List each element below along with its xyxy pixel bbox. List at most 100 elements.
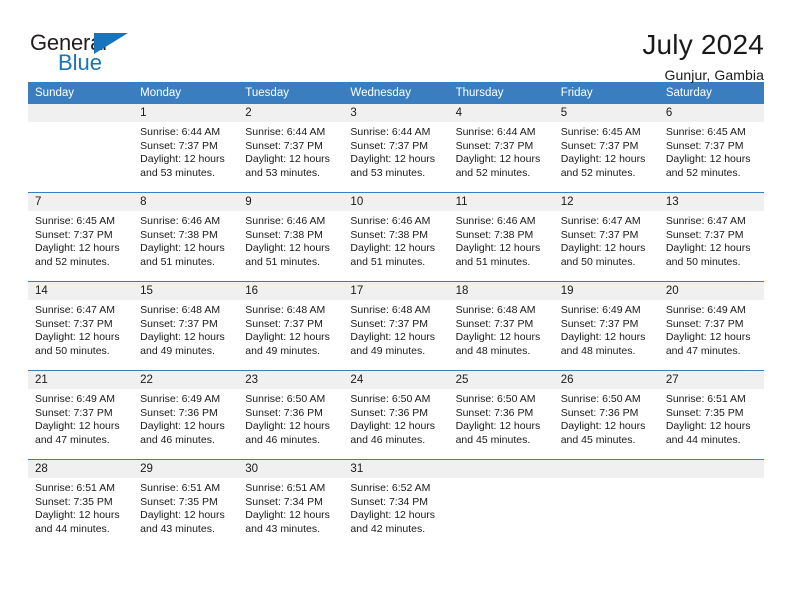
calendar-day-cell[interactable]: 15 Sunrise: 6:48 AM Sunset: 7:37 PM Dayligh… (133, 281, 239, 371)
calendar-day-cell[interactable]: 27 Sunrise: 6:51 AM Sunset: 7:35 PM Dayligh… (658, 370, 764, 460)
cell-inner: 15 Sunrise: 6:48 AM Sunset: 7:37 PM Dayligh… (133, 282, 239, 370)
calendar-day-cell[interactable]: 31 Sunrise: 6:52 AM Sunset: 7:34 PM Dayligh… (343, 459, 449, 548)
day-number: 21 (28, 371, 134, 389)
calendar-day-cell[interactable]: 12 Sunrise: 6:47 AM Sunset: 7:37 PM Dayligh… (553, 192, 659, 282)
cell-inner: 26 Sunrise: 6:50 AM Sunset: 7:36 PM Dayligh… (553, 371, 659, 459)
calendar-day-cell[interactable]: 21 Sunrise: 6:49 AM Sunset: 7:37 PM Dayligh… (28, 370, 134, 460)
daylight-text-line2: and 52 minutes. (455, 166, 531, 179)
sunset-text: Sunset: 7:37 PM (245, 317, 323, 330)
cell-inner: 4 Sunrise: 6:44 AM Sunset: 7:37 PM Daylight… (448, 104, 554, 192)
calendar-day-cell[interactable]: 14 Sunrise: 6:47 AM Sunset: 7:37 PM Dayligh… (28, 281, 134, 371)
calendar-day-cell[interactable]: 19 Sunrise: 6:49 AM Sunset: 7:37 PM Dayligh… (553, 281, 659, 371)
daylight-text-line2: and 42 minutes. (350, 522, 426, 535)
sunset-text: Sunset: 7:38 PM (350, 228, 429, 241)
calendar-day-cell[interactable]: 18 Sunrise: 6:48 AM Sunset: 7:37 PM Dayligh… (448, 281, 554, 371)
sunset-text: Sunset: 7:37 PM (350, 317, 429, 330)
daylight-text-line2: and 44 minutes. (35, 522, 110, 535)
day-info: Sunrise: 6:44 AM Sunset: 7:37 PM Daylight:… (238, 122, 343, 180)
calendar-day-cell[interactable]: 29 Sunrise: 6:51 AM Sunset: 7:35 PM Dayligh… (133, 459, 239, 548)
page-subtitle: Gunjur, Gambia (664, 67, 764, 84)
calendar-day-cell[interactable]: 4 Sunrise: 6:44 AM Sunset: 7:37 PM Daylight… (448, 104, 554, 193)
cell-inner: 16 Sunrise: 6:48 AM Sunset: 7:37 PM Dayligh… (238, 282, 344, 370)
calendar-day-cell[interactable]: 16 Sunrise: 6:48 AM Sunset: 7:37 PM Dayligh… (238, 281, 344, 371)
day-number: 17 (343, 282, 449, 300)
calendar-day-cell[interactable]: 13 Sunrise: 6:47 AM Sunset: 7:37 PM Dayligh… (658, 192, 764, 282)
sunrise-text: Sunrise: 6:49 AM (140, 393, 221, 405)
cell-inner: 18 Sunrise: 6:48 AM Sunset: 7:37 PM Dayligh… (448, 282, 554, 370)
calendar-day-cell[interactable]: 6 Sunrise: 6:45 AM Sunset: 7:37 PM Daylight… (658, 104, 764, 193)
daylight-text-line1: Daylight: 12 hours (665, 242, 751, 254)
sunset-text: Sunset: 7:37 PM (665, 317, 744, 330)
sunrise-text: Sunrise: 6:48 AM (455, 304, 536, 316)
daylight-text-line2: and 47 minutes. (665, 344, 741, 357)
sunset-text: Sunset: 7:36 PM (560, 406, 639, 419)
calendar-day-cell[interactable]: 8 Sunrise: 6:46 AM Sunset: 7:38 PM Daylight… (133, 192, 239, 282)
daylight-text-line1: Daylight: 12 hours (245, 153, 330, 165)
sunset-text: Sunset: 7:38 PM (245, 228, 323, 241)
logo-text-blue: Blue (58, 50, 103, 75)
generalblue-logo[interactable]: General Blue (28, 30, 138, 76)
weekday-header-wednesday: Wednesday (343, 82, 449, 104)
cell-inner (658, 460, 764, 548)
day-number: 23 (238, 371, 344, 389)
daylight-text-line2: and 45 minutes. (455, 433, 531, 446)
day-number: 16 (238, 282, 344, 300)
daylight-text-line1: Daylight: 12 hours (245, 420, 330, 432)
daylight-text-line2: and 51 minutes. (455, 255, 531, 268)
calendar-day-cell[interactable]: 7 Sunrise: 6:45 AM Sunset: 7:37 PM Daylight… (28, 192, 134, 282)
daylight-text-line1: Daylight: 12 hours (560, 242, 646, 254)
calendar-day-cell[interactable]: 24 Sunrise: 6:50 AM Sunset: 7:36 PM Dayligh… (343, 370, 449, 460)
weekday-header-sunday: Sunday (28, 82, 134, 104)
day-info: Sunrise: 6:51 AM Sunset: 7:34 PM Daylight:… (238, 478, 343, 536)
calendar-day-cell[interactable]: 30 Sunrise: 6:51 AM Sunset: 7:34 PM Dayligh… (238, 459, 344, 548)
calendar-table: Sunday Monday Tuesday Wednesday Thursday Frid… (28, 82, 764, 548)
cell-inner (553, 460, 659, 548)
weekday-header-friday: Friday (553, 82, 659, 104)
day-number-placeholder (28, 104, 134, 122)
sunset-text: Sunset: 7:37 PM (560, 228, 639, 241)
daylight-text-line1: Daylight: 12 hours (350, 153, 436, 165)
cell-inner: 24 Sunrise: 6:50 AM Sunset: 7:36 PM Dayligh… (343, 371, 449, 459)
calendar-day-cell[interactable]: 3 Sunrise: 6:44 AM Sunset: 7:37 PM Daylight… (343, 104, 449, 193)
day-number: 18 (448, 282, 554, 300)
calendar-day-cell[interactable]: 26 Sunrise: 6:50 AM Sunset: 7:36 PM Dayligh… (553, 370, 659, 460)
cell-inner: 13 Sunrise: 6:47 AM Sunset: 7:37 PM Dayligh… (658, 193, 764, 281)
daylight-text-line2: and 44 minutes. (665, 433, 741, 446)
daylight-text-line2: and 46 minutes. (140, 433, 215, 446)
daylight-text-line2: and 43 minutes. (245, 522, 320, 535)
calendar-day-cell[interactable]: 17 Sunrise: 6:48 AM Sunset: 7:37 PM Dayligh… (343, 281, 449, 371)
calendar-day-cell[interactable]: 2 Sunrise: 6:44 AM Sunset: 7:37 PM Daylight… (238, 104, 344, 193)
calendar-day-cell[interactable]: 20 Sunrise: 6:49 AM Sunset: 7:37 PM Dayligh… (658, 281, 764, 371)
day-info: Sunrise: 6:48 AM Sunset: 7:37 PM Daylight:… (449, 300, 554, 358)
calendar-day-cell[interactable]: 28 Sunrise: 6:51 AM Sunset: 7:35 PM Dayligh… (28, 459, 134, 548)
calendar-day-cell[interactable]: 1 Sunrise: 6:44 AM Sunset: 7:37 PM Daylight… (133, 104, 239, 193)
daylight-text-line1: Daylight: 12 hours (560, 420, 646, 432)
calendar-day-cell[interactable]: 11 Sunrise: 6:46 AM Sunset: 7:38 PM Dayligh… (448, 192, 554, 282)
sunrise-text: Sunrise: 6:48 AM (140, 304, 221, 316)
day-info: Sunrise: 6:46 AM Sunset: 7:38 PM Daylight:… (133, 211, 238, 269)
daylight-text-line1: Daylight: 12 hours (665, 331, 751, 343)
day-number: 6 (658, 104, 764, 122)
sunset-text: Sunset: 7:38 PM (455, 228, 534, 241)
sunset-text: Sunset: 7:37 PM (35, 317, 113, 330)
day-info: Sunrise: 6:44 AM Sunset: 7:37 PM Daylight:… (343, 122, 448, 180)
calendar-day-cell[interactable]: 5 Sunrise: 6:45 AM Sunset: 7:37 PM Daylight… (553, 104, 659, 193)
day-number: 4 (448, 104, 554, 122)
calendar-day-cell[interactable]: 9 Sunrise: 6:46 AM Sunset: 7:38 PM Daylight… (238, 192, 344, 282)
sunrise-text: Sunrise: 6:50 AM (560, 393, 641, 405)
day-number: 24 (343, 371, 449, 389)
calendar-day-cell[interactable]: 25 Sunrise: 6:50 AM Sunset: 7:36 PM Dayligh… (448, 370, 554, 460)
day-info: Sunrise: 6:46 AM Sunset: 7:38 PM Daylight:… (449, 211, 554, 269)
daylight-text-line1: Daylight: 12 hours (350, 420, 436, 432)
day-info: Sunrise: 6:44 AM Sunset: 7:37 PM Daylight:… (133, 122, 238, 180)
cell-inner: 1 Sunrise: 6:44 AM Sunset: 7:37 PM Daylight… (133, 104, 239, 192)
cell-inner: 30 Sunrise: 6:51 AM Sunset: 7:34 PM Dayligh… (238, 460, 344, 548)
sunrise-text: Sunrise: 6:50 AM (350, 393, 431, 405)
calendar-week-row: 28 Sunrise: 6:51 AM Sunset: 7:35 PM Dayligh… (28, 459, 764, 548)
calendar-day-cell[interactable]: 22 Sunrise: 6:49 AM Sunset: 7:36 PM Dayligh… (133, 370, 239, 460)
calendar-header-row: Sunday Monday Tuesday Wednesday Thursday Frid… (28, 82, 764, 104)
cell-inner: 8 Sunrise: 6:46 AM Sunset: 7:38 PM Daylight… (133, 193, 239, 281)
daylight-text-line1: Daylight: 12 hours (350, 242, 436, 254)
calendar-day-cell[interactable]: 23 Sunrise: 6:50 AM Sunset: 7:36 PM Dayligh… (238, 370, 344, 460)
calendar-day-cell[interactable]: 10 Sunrise: 6:46 AM Sunset: 7:38 PM Dayligh… (343, 192, 449, 282)
